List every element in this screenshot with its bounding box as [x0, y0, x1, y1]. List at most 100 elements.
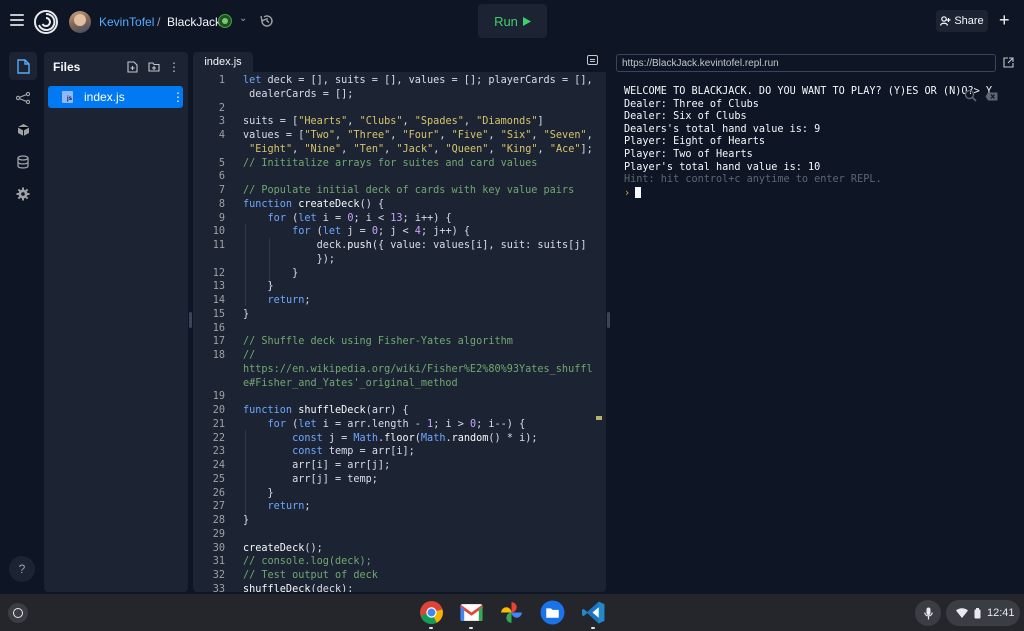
- code-line[interactable]: 31 // console.log(deck);: [193, 555, 606, 569]
- code-line[interactable]: 17 // Shuffle deck using Fisher-Yates alg…: [193, 335, 606, 349]
- file-item-index-js[interactable]: js index.js ⋮: [48, 86, 184, 108]
- line-text[interactable]: //: [243, 349, 255, 363]
- open-in-new-tab-icon[interactable]: [1003, 57, 1014, 68]
- code-line[interactable]: 1 let deck = [], suits = [], values = [];…: [193, 74, 606, 88]
- code-line[interactable]: e#Fisher_and_Yates'_original_method: [193, 377, 606, 391]
- line-text[interactable]: // Populate initial deck of cards with k…: [243, 184, 574, 198]
- line-text[interactable]: }: [243, 267, 298, 281]
- line-text[interactable]: deck.push({ value: values[i], suit: suit…: [243, 239, 587, 253]
- code-line[interactable]: 25 arr[j] = temp;: [193, 473, 606, 487]
- code-line[interactable]: 27 return;: [193, 500, 606, 514]
- menu-icon[interactable]: [10, 14, 24, 26]
- line-text[interactable]: function shuffleDeck(arr) {: [243, 404, 409, 418]
- code-line[interactable]: https://en.wikipedia.org/wiki/Fisher%E2%…: [193, 363, 606, 377]
- code-line[interactable]: });: [193, 253, 606, 267]
- webview-url[interactable]: https://BlackJack.kevintofel.repl.run: [616, 54, 996, 72]
- line-text[interactable]: let deck = [], suits = [], values = []; …: [243, 74, 593, 88]
- line-text[interactable]: const j = Math.floor(Math.random() * i);: [243, 432, 537, 446]
- avatar[interactable]: [69, 11, 91, 33]
- line-text[interactable]: "Eight", "Nine", "Ten", "Jack", "Queen",…: [243, 143, 593, 157]
- line-text[interactable]: // Test output of deck: [243, 569, 378, 583]
- settings-button[interactable]: [9, 180, 37, 208]
- line-text[interactable]: }: [243, 308, 249, 322]
- code-line[interactable]: 26 }: [193, 487, 606, 501]
- code-line[interactable]: 33 shuffleDeck(deck);: [193, 583, 606, 592]
- chevron-down-icon[interactable]: ⌄: [239, 13, 247, 24]
- code-line[interactable]: 7 // Populate initial deck of cards with …: [193, 184, 606, 198]
- repl-status-icon[interactable]: [218, 14, 232, 28]
- code-line[interactable]: 19: [193, 390, 606, 404]
- line-text[interactable]: // Inititalize arrays for suites and car…: [243, 157, 537, 171]
- line-text[interactable]: return;: [243, 294, 311, 308]
- code-line[interactable]: 28}: [193, 514, 606, 528]
- history-icon[interactable]: [259, 13, 275, 29]
- files-icon[interactable]: [540, 600, 565, 625]
- code-line[interactable]: 32 // Test output of deck: [193, 569, 606, 583]
- line-text[interactable]: for (let j = 0; j < 4; j++) {: [243, 225, 470, 239]
- replit-logo[interactable]: [34, 10, 58, 34]
- code-line[interactable]: 18 //: [193, 349, 606, 363]
- repl-name[interactable]: BlackJack: [167, 15, 221, 29]
- files-tool-button[interactable]: [9, 52, 37, 80]
- help-button[interactable]: ?: [9, 556, 35, 582]
- vscode-icon[interactable]: [581, 600, 606, 625]
- code-line[interactable]: 23 const temp = arr[i];: [193, 445, 606, 459]
- code-line[interactable]: 3 suits = ["Hearts", "Clubs", "Spades", "…: [193, 115, 606, 129]
- search-icon[interactable]: [964, 89, 977, 102]
- gmail-icon[interactable]: [459, 600, 484, 625]
- code-line[interactable]: dealerCards = [];: [193, 88, 606, 102]
- line-text[interactable]: }: [243, 280, 274, 294]
- line-text[interactable]: for (let i = arr.length - 1; i > 0; i--)…: [243, 418, 526, 432]
- code-line[interactable]: 10 for (let j = 0; j < 4; j++) {: [193, 225, 606, 239]
- code-line[interactable]: 13 }: [193, 280, 606, 294]
- line-text[interactable]: function createDeck() {: [243, 198, 384, 212]
- code-lines[interactable]: 1 let deck = [], suits = [], values = [];…: [193, 74, 606, 592]
- line-text[interactable]: values = ["Two", "Three", "Four", "Five"…: [243, 129, 593, 143]
- chrome-icon[interactable]: [419, 600, 444, 625]
- line-text[interactable]: });: [243, 253, 335, 267]
- clear-console-icon[interactable]: [985, 92, 998, 101]
- line-text[interactable]: createDeck();: [243, 542, 323, 556]
- code-line[interactable]: 6: [193, 170, 606, 184]
- code-editor[interactable]: index.js 1 let deck = [], suits = [], val…: [193, 52, 606, 592]
- code-line[interactable]: 5 // Inititalize arrays for suites and ca…: [193, 157, 606, 171]
- line-text[interactable]: e#Fisher_and_Yates'_original_method: [243, 377, 458, 391]
- status-tray[interactable]: 12:41: [946, 600, 1020, 626]
- line-text[interactable]: arr[j] = temp;: [243, 473, 378, 487]
- line-text[interactable]: const temp = arr[i];: [243, 445, 415, 459]
- new-repl-button[interactable]: +: [999, 11, 1010, 29]
- code-line[interactable]: "Eight", "Nine", "Ten", "Jack", "Queen",…: [193, 143, 606, 157]
- line-text[interactable]: suits = ["Hearts", "Clubs", "Spades", "D…: [243, 115, 544, 129]
- database-button[interactable]: [9, 148, 37, 176]
- owner-link[interactable]: KevinTofel: [99, 15, 154, 29]
- code-line[interactable]: 22 const j = Math.floor(Math.random() * …: [193, 432, 606, 446]
- line-text[interactable]: }: [243, 514, 249, 528]
- code-line[interactable]: 2: [193, 102, 606, 116]
- file-options-icon[interactable]: ⋮: [172, 90, 184, 104]
- line-text[interactable]: shuffleDeck(deck);: [243, 583, 353, 592]
- panel-resize-handle[interactable]: [607, 312, 610, 328]
- code-line[interactable]: 15}: [193, 308, 606, 322]
- code-line[interactable]: 24 arr[i] = arr[j];: [193, 459, 606, 473]
- microphone-button[interactable]: [915, 600, 941, 626]
- line-text[interactable]: // Shuffle deck using Fisher-Yates algor…: [243, 335, 513, 349]
- line-text[interactable]: return;: [243, 500, 311, 514]
- line-text[interactable]: arr[i] = arr[j];: [243, 459, 390, 473]
- line-text[interactable]: https://en.wikipedia.org/wiki/Fisher%E2%…: [243, 363, 593, 377]
- line-text[interactable]: }: [243, 487, 274, 501]
- share-button[interactable]: Share: [936, 10, 988, 32]
- editor-actions-icon[interactable]: [587, 55, 598, 65]
- files-menu-icon[interactable]: ⋮: [167, 60, 181, 74]
- code-line[interactable]: 12 }: [193, 267, 606, 281]
- version-control-button[interactable]: [9, 84, 37, 112]
- packages-button[interactable]: [9, 116, 37, 144]
- line-text[interactable]: dealerCards = [];: [243, 88, 353, 102]
- new-file-icon[interactable]: [125, 60, 139, 74]
- code-line[interactable]: 4 values = ["Two", "Three", "Four", "Five…: [193, 129, 606, 143]
- code-line[interactable]: 14 return;: [193, 294, 606, 308]
- terminal-output[interactable]: WELCOME TO BLACKJACK. DO YOU WANT TO PLA…: [624, 86, 1004, 199]
- code-line[interactable]: 11 deck.push({ value: values[i], suit: s…: [193, 239, 606, 253]
- tab-index-js[interactable]: index.js: [193, 52, 253, 72]
- code-line[interactable]: 9 for (let i = 0; i < 13; i++) {: [193, 212, 606, 226]
- run-button[interactable]: Run: [478, 4, 547, 38]
